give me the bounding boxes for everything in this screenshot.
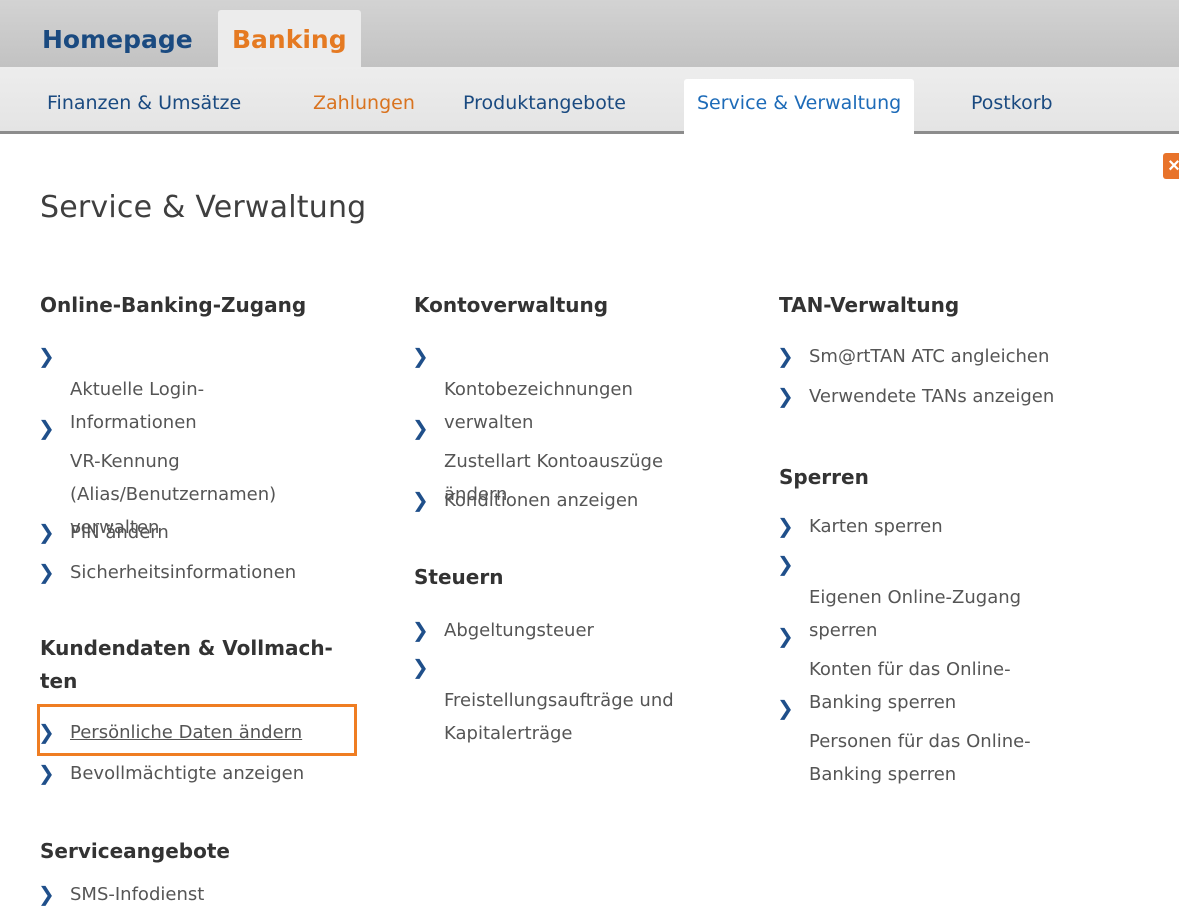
chevron-right-icon: ❯ — [38, 720, 55, 744]
chevron-right-icon: ❯ — [38, 882, 55, 906]
chevron-right-icon: ❯ — [777, 384, 794, 408]
link-bevollmaechtigte-anzeigen[interactable]: ❯ Bevollmächtigte anzeigen — [36, 757, 304, 790]
link-freistellungsauftraege-kapitalertraege[interactable]: ❯ Freistellungsaufträge und Kapitalerträg… — [410, 651, 674, 750]
chevron-right-icon: ❯ — [777, 624, 794, 648]
link-label: Freistellungsaufträge und Kapitalerträge — [444, 690, 674, 744]
chevron-right-icon: ❯ — [38, 560, 55, 584]
link-abgeltungsteuer[interactable]: ❯ Abgeltungsteuer — [410, 614, 594, 647]
link-label: Sm@rtTAN ATC angleichen — [809, 346, 1050, 367]
tab-homepage[interactable]: Homepage — [30, 10, 205, 67]
chevron-right-icon: ❯ — [38, 344, 55, 368]
section-title-tan-verwaltung: TAN-Verwaltung — [779, 293, 960, 317]
tab-banking[interactable]: Banking — [218, 10, 361, 67]
chevron-right-icon: ❯ — [777, 514, 794, 538]
chevron-right-icon: ❯ — [777, 344, 794, 368]
tab-produktangebote[interactable]: Produktangebote — [452, 79, 637, 131]
sub-navigation-bar: Finanzen & Umsätze Zahlungen Produktange… — [0, 67, 1179, 134]
link-smarttan-atc-angleichen[interactable]: ❯ Sm@rtTAN ATC angleichen — [775, 340, 1049, 373]
chevron-right-icon: ❯ — [412, 655, 429, 679]
tab-finanzen-umsaetze[interactable]: Finanzen & Umsätze — [36, 79, 252, 131]
page-title: Service & Verwaltung — [40, 190, 367, 225]
section-title-online-banking-zugang: Online-Banking-Zugang — [40, 293, 307, 317]
chevron-right-icon: ❯ — [38, 520, 55, 544]
section-title-sperren: Sperren — [779, 465, 869, 489]
link-persoenliche-daten-aendern[interactable]: ❯ Persönliche Daten ändern — [36, 716, 302, 749]
link-label: Personen für das Online- Banking sperren — [809, 731, 1031, 785]
link-karten-sperren[interactable]: ❯ Karten sperren — [775, 510, 943, 543]
link-sms-infodienst[interactable]: ❯ SMS-Infodienst — [36, 878, 204, 911]
chevron-right-icon: ❯ — [412, 344, 429, 368]
tab-service-verwaltung[interactable]: Service & Verwaltung — [684, 79, 915, 134]
tab-postkorb[interactable]: Postkorb — [960, 79, 1064, 131]
section-title-kontoverwaltung: Kontoverwaltung — [414, 293, 609, 317]
section-title-steuern: Steuern — [414, 565, 504, 589]
link-label: Verwendete TANs anzeigen — [809, 386, 1055, 407]
link-label: Sicherheitsinformationen — [70, 562, 297, 583]
link-label: SMS-Infodienst — [70, 884, 205, 905]
chevron-right-icon: ❯ — [412, 618, 429, 642]
link-label: Bevollmächtigte anzeigen — [70, 763, 305, 784]
link-label: Konditionen anzeigen — [444, 490, 639, 511]
chevron-right-icon: ❯ — [777, 552, 794, 576]
link-verwendete-tans-anzeigen[interactable]: ❯ Verwendete TANs anzeigen — [775, 380, 1054, 413]
link-label: Persönliche Daten ändern — [70, 722, 303, 743]
link-personen-online-banking-sperren[interactable]: ❯ Personen für das Online- Banking sperre… — [775, 692, 1031, 791]
link-label: PIN ändern — [70, 522, 169, 543]
close-icon[interactable]: × — [1163, 153, 1179, 179]
chevron-right-icon: ❯ — [412, 488, 429, 512]
chevron-right-icon: ❯ — [412, 416, 429, 440]
chevron-right-icon: ❯ — [38, 416, 55, 440]
link-pin-aendern[interactable]: ❯ PIN ändern — [36, 516, 169, 549]
link-sicherheitsinformationen[interactable]: ❯ Sicherheitsinformationen — [36, 556, 296, 589]
link-label: Abgeltungsteuer — [444, 620, 594, 641]
tab-zahlungen[interactable]: Zahlungen — [302, 79, 426, 131]
link-label: Karten sperren — [809, 516, 943, 537]
section-title-serviceangebote: Serviceangebote — [40, 839, 230, 863]
chevron-right-icon: ❯ — [38, 761, 55, 785]
chevron-right-icon: ❯ — [777, 696, 794, 720]
link-konditionen-anzeigen[interactable]: ❯ Konditionen anzeigen — [410, 484, 638, 517]
section-title-kundendaten-vollmachten: Kundendaten & Vollmach- ten — [40, 636, 333, 693]
top-navigation-bar: Homepage Banking — [0, 0, 1179, 67]
